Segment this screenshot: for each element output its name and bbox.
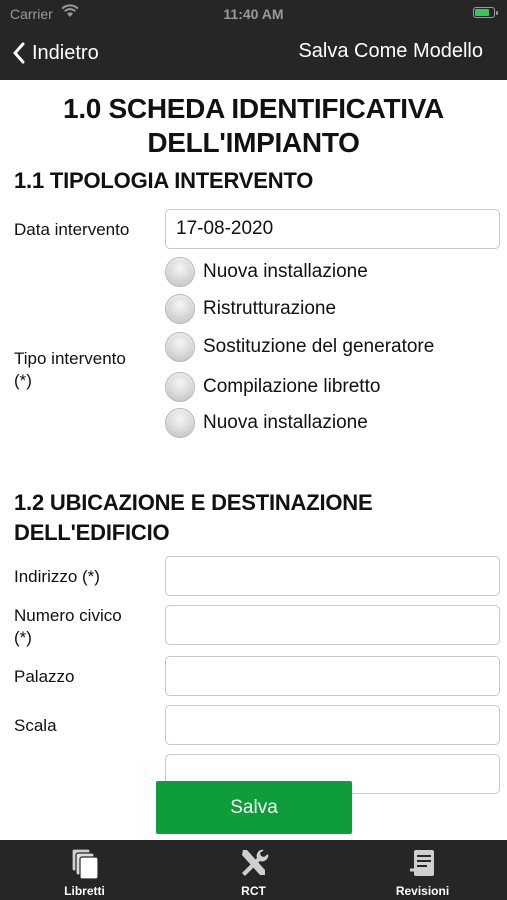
tab-rct[interactable]: RCT <box>169 840 338 900</box>
date-label: Data intervento <box>14 220 130 239</box>
tools-icon <box>241 849 268 876</box>
type-label: Tipo intervento (*) <box>14 348 126 392</box>
section-heading-ubicazione: 1.2 UBICAZIONE E DESTINAZIONE DELL'EDIFI… <box>14 488 373 548</box>
radio-option-nuova-installazione[interactable]: Nuova installazione <box>165 256 368 288</box>
radio-button[interactable] <box>165 372 195 402</box>
app-screen: Carrier 11:40 AM Indietro Salva Come Mod… <box>0 0 507 900</box>
tab-label: RCT <box>241 884 266 898</box>
back-button[interactable]: Indietro <box>12 38 99 68</box>
radio-label: Sostituzione del generatore <box>203 336 435 357</box>
civic-label-line1: Numero civico <box>14 606 122 625</box>
building-field[interactable] <box>165 656 500 696</box>
radio-label: Compilazione libretto <box>203 376 381 397</box>
section-heading-ubicazione-line1: 1.2 UBICAZIONE E DESTINAZIONE <box>14 490 373 515</box>
building-label: Palazzo <box>14 667 75 686</box>
civic-label-line2: (*) <box>14 628 32 647</box>
stair-label: Scala <box>14 716 57 735</box>
radio-label: Nuova installazione <box>203 412 368 433</box>
battery-fill <box>475 9 489 16</box>
page-title: 1.0 SCHEDA IDENTIFICATIVA DELL'IMPIANTO <box>0 92 507 160</box>
tab-revisioni[interactable]: Revisioni <box>338 840 507 900</box>
top-bar: Carrier 11:40 AM Indietro Salva Come Mod… <box>0 0 507 80</box>
address-label: Indirizzo (*) <box>14 567 100 586</box>
status-bar: Carrier 11:40 AM <box>0 0 507 28</box>
page-title-line1: 1.0 SCHEDA IDENTIFICATIVA <box>63 93 444 124</box>
booklets-icon <box>70 848 99 880</box>
page-title-line2: DELL'IMPIANTO <box>147 127 360 158</box>
type-label-line2: (*) <box>14 371 32 390</box>
form-content[interactable]: 1.0 SCHEDA IDENTIFICATIVA DELL'IMPIANTO … <box>0 80 507 840</box>
tab-label: Libretti <box>64 884 105 898</box>
battery-icon <box>473 7 498 18</box>
save-button[interactable]: Salva <box>156 781 352 834</box>
chevron-left-icon <box>13 42 25 64</box>
radio-label: Ristrutturazione <box>203 298 337 319</box>
radio-button[interactable] <box>165 408 195 438</box>
address-field[interactable] <box>165 556 500 596</box>
civic-number-field[interactable] <box>165 605 500 645</box>
save-as-template-button[interactable]: Salva Come Modello <box>298 40 483 63</box>
section-heading-tipologia: 1.1 TIPOLOGIA INTERVENTO <box>14 168 314 193</box>
type-label-line1: Tipo intervento <box>14 349 126 368</box>
civic-number-label: Numero civico (*) <box>14 605 122 649</box>
stair-field[interactable] <box>165 705 500 745</box>
radio-option-compilazione-libretto[interactable]: Compilazione libretto <box>165 371 380 403</box>
tab-label: Revisioni <box>395 884 450 898</box>
tab-libretti[interactable]: Libretti <box>0 840 169 900</box>
nav-bar: Indietro Salva Come Modello <box>0 28 507 80</box>
radio-option-nuova-installazione-2[interactable]: Nuova installazione <box>165 407 368 439</box>
radio-button[interactable] <box>165 294 195 324</box>
date-field[interactable]: 17-08-2020 <box>165 209 500 249</box>
radio-option-sostituzione-generatore[interactable]: Sostituzione del generatore <box>165 331 434 363</box>
section-heading-ubicazione-line2: DELL'EDIFICIO <box>14 520 170 545</box>
radio-button[interactable] <box>165 332 195 362</box>
status-time: 11:40 AM <box>223 6 284 22</box>
revisions-icon <box>409 850 434 876</box>
radio-label: Nuova installazione <box>203 261 368 282</box>
radio-option-ristrutturazione[interactable]: Ristrutturazione <box>165 293 336 325</box>
tab-bar: Libretti RCT Revisioni <box>0 840 507 900</box>
radio-button[interactable] <box>165 257 195 287</box>
back-label: Indietro <box>32 41 99 64</box>
